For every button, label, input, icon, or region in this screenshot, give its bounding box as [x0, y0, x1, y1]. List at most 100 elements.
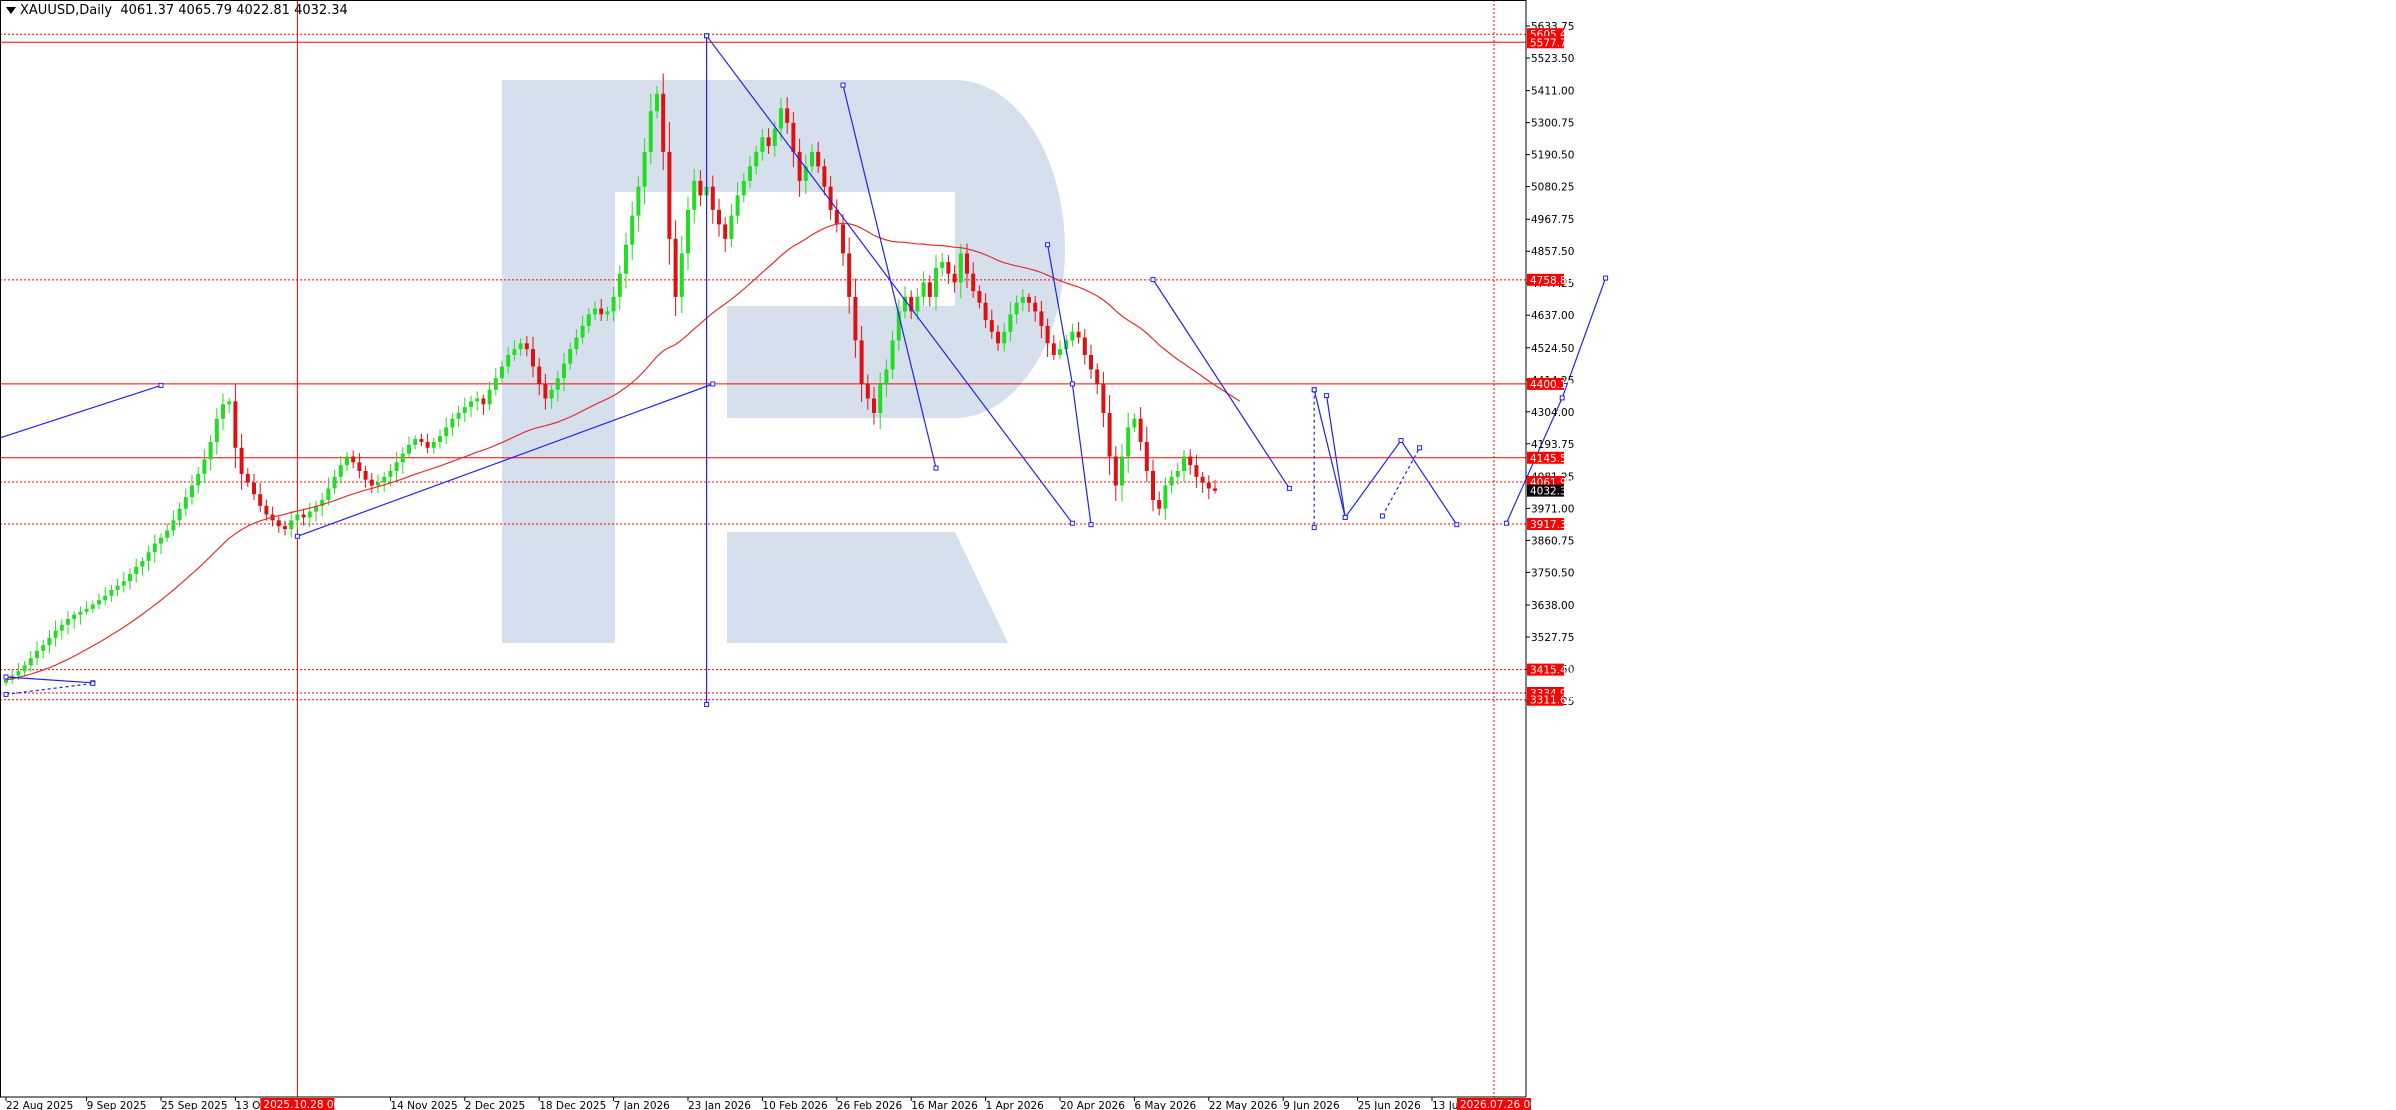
candle-down — [1113, 456, 1118, 486]
price-tick-label: 3638.00 — [1531, 600, 1574, 612]
trend-anchor — [710, 381, 716, 387]
price-badge-label: 3917.34 — [1530, 519, 1574, 531]
candle-up — [171, 520, 176, 531]
candle-up — [90, 604, 95, 609]
price-badge-label: 4758.89 — [1530, 275, 1573, 287]
trend-anchor — [1379, 513, 1385, 519]
price-badge-label: 3311.64 — [1530, 695, 1574, 707]
candle-up — [214, 418, 219, 442]
candle-up — [735, 195, 740, 216]
candle-up — [431, 441, 436, 448]
date-tick-label: 25 Jun 2026 — [1358, 1100, 1421, 1110]
price-chart[interactable]: 5633.755523.505411.005300.755190.505080.… — [0, 0, 2396, 1110]
candle-up — [140, 560, 145, 567]
candle-up — [605, 311, 610, 315]
date-tick-label: 26 Feb 2026 — [837, 1100, 903, 1110]
candle-up — [438, 436, 442, 442]
candle-down — [1033, 302, 1038, 312]
candle-up — [388, 470, 393, 477]
candle-up — [958, 253, 963, 283]
candle-down — [258, 494, 263, 506]
candle-down — [245, 473, 250, 483]
candle-up — [41, 645, 46, 651]
candle-up — [729, 215, 734, 239]
candle-down — [351, 456, 356, 463]
candle-down — [989, 320, 994, 332]
candle-down — [369, 479, 374, 486]
candle-up — [295, 514, 300, 521]
candle-down — [723, 224, 728, 239]
trend-anchor — [933, 465, 939, 471]
candle-up — [47, 637, 52, 646]
candle-down — [1089, 354, 1093, 370]
candle-up — [772, 128, 777, 147]
price-tick-label: 5080.25 — [1531, 182, 1574, 194]
candle-up — [500, 366, 504, 379]
candle-down — [239, 447, 244, 474]
candle-down — [977, 291, 982, 303]
trend-anchor — [704, 33, 710, 39]
price-tick-label: 5411.00 — [1531, 86, 1574, 98]
candle-up — [1175, 470, 1180, 477]
candle-up — [779, 108, 783, 129]
candle-up — [549, 389, 554, 399]
candle-up — [190, 485, 194, 498]
candle-up — [376, 482, 380, 486]
candle-up — [630, 215, 635, 245]
candle-up — [109, 589, 114, 596]
date-tick-label: 25 Sep 2025 — [161, 1100, 228, 1110]
candle-up — [72, 614, 77, 619]
trend-anchor — [3, 691, 9, 697]
trend-line — [0, 384, 162, 439]
candle-up — [338, 465, 343, 477]
trend-anchor — [158, 382, 164, 388]
price-tick-label: 4304.00 — [1531, 407, 1574, 419]
candle-up — [394, 462, 399, 471]
candle-up — [146, 552, 151, 561]
candle-up — [636, 186, 641, 216]
date-tick-label: 1 Apr 2026 — [986, 1100, 1045, 1110]
candle-up — [16, 671, 21, 676]
candle-up — [915, 296, 920, 312]
candle-up — [493, 378, 498, 390]
candle-up — [4, 679, 8, 683]
trend-anchor — [1603, 275, 1609, 281]
candle-down — [785, 108, 790, 123]
candle-up — [400, 453, 405, 463]
candle-up — [202, 459, 207, 474]
date-tick-label: 14 Nov 2025 — [390, 1100, 457, 1110]
trend-line — [5, 676, 93, 684]
dropdown-icon[interactable] — [6, 7, 16, 14]
candle-up — [512, 349, 517, 355]
candle-down — [1082, 337, 1087, 355]
candle-down — [1101, 383, 1106, 413]
candle-up — [307, 511, 312, 518]
candle-down — [841, 224, 845, 254]
price-tick-label: 5300.75 — [1531, 118, 1574, 130]
trend-anchor — [1045, 242, 1051, 248]
price-tick-label: 3527.75 — [1531, 632, 1574, 644]
candle-down — [996, 331, 1000, 344]
candle-up — [456, 412, 461, 419]
candle-down — [1027, 296, 1031, 303]
candle-down — [1051, 343, 1056, 355]
candle-up — [35, 650, 39, 659]
candle-up — [103, 595, 108, 601]
candle-down — [1157, 500, 1162, 509]
candle-down — [710, 186, 715, 210]
trend-anchor — [1069, 381, 1075, 387]
candle-down — [927, 282, 932, 297]
candle-up — [1126, 427, 1131, 457]
price-axis: 5633.755523.505411.005300.755190.505080.… — [1526, 21, 1574, 708]
candle-down — [1138, 418, 1143, 442]
candle-down — [766, 137, 771, 147]
candle-up — [1070, 331, 1075, 341]
date-tick-label: 23 Jan 2026 — [688, 1100, 751, 1110]
candle-up — [921, 282, 926, 297]
price-tick-label: 5523.50 — [1531, 53, 1574, 65]
candle-down — [965, 253, 969, 274]
candle-up — [884, 369, 889, 384]
candle-up — [642, 151, 647, 187]
candle-up — [444, 427, 449, 437]
candle-up — [754, 151, 759, 167]
